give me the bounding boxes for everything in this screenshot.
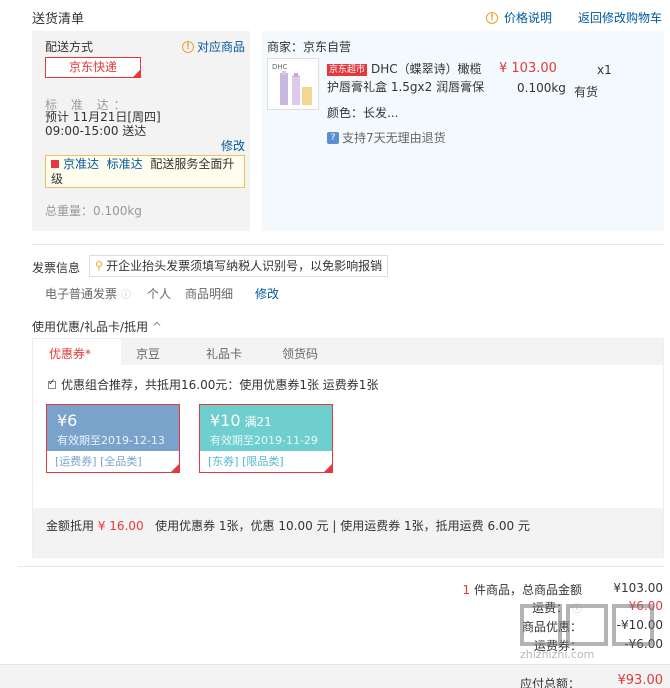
shipping-method-label: 配送方式 (45, 40, 94, 54)
product-image-art: DHC (272, 63, 312, 105)
payable-label: 应付总额： (519, 677, 580, 688)
payable-total: ¥93.00 (617, 673, 664, 688)
product-stock: 有货 (574, 85, 599, 99)
tab-coupon[interactable]: 优惠券* (49, 345, 91, 362)
coupon-expiry: 有效期至2019-12-13 (57, 434, 165, 447)
section-divider (32, 244, 664, 245)
invoice-modify-link[interactable]: 修改 (255, 285, 279, 302)
invoice-type-info-icon[interactable]: ⓘ (121, 290, 131, 301)
coupon-expiry: 有效期至2019-11-29 (210, 434, 318, 447)
tab-redeem-code[interactable]: 领货码 (282, 345, 318, 362)
modify-delivery-link[interactable]: 修改 (221, 137, 245, 154)
jd-supermarket-badge: 京东超市 (327, 64, 368, 76)
coupon-recommend[interactable]: 优惠组合推荐，共抵用16.00元：使用优惠券1张 运费券1张 (48, 376, 378, 393)
standard-delivery-time: 预计 11月21日[周四] 09:00-15:00 送达 (45, 110, 161, 138)
totals-divider (18, 566, 664, 567)
back-to-cart-link[interactable]: 返回修改购物车 (578, 9, 662, 26)
product-weight: 0.100kg (517, 81, 566, 95)
coupon-tags: [运费券] [全品类] (47, 451, 179, 472)
coupon-tabs (33, 339, 663, 365)
return-policy-icon: ? (327, 131, 339, 144)
coupon-condition: 满21 (244, 415, 272, 429)
goods-total: ¥103.00 (613, 581, 663, 595)
jd-express-button[interactable]: 京东快递 (45, 57, 141, 78)
delivery-list-title: 送货清单 (32, 12, 85, 27)
coupon-card[interactable]: ¥6 有效期至2019-12-13 [运费券] [全品类] (46, 404, 180, 473)
product-price: ¥ 103.00 (499, 61, 557, 76)
total-weight: 总重量：0.100kg (45, 204, 142, 218)
info-icon: ! (182, 40, 194, 53)
match-goods-link[interactable]: ! 对应商品 (182, 38, 245, 55)
coupon-amount: ¥6 (57, 411, 78, 430)
recommend-checkbox[interactable] (48, 378, 56, 389)
tab-gift-card[interactable]: 礼品卡 (206, 345, 242, 362)
coupon-card[interactable]: ¥10 满21 有效期至2019-11-29 [东券] [限品类] (199, 404, 333, 473)
invoice-title: 发票信息 (32, 261, 81, 275)
tab-jd-beans[interactable]: 京豆 (136, 345, 160, 362)
watermark-text: zhizhizhi.com (520, 648, 595, 661)
invoice-detail: 商品明细 (185, 287, 234, 301)
location-pin-icon: ⚲ (95, 259, 104, 272)
product-title[interactable]: 京东超市 DHC（蝶翠诗）橄榄护唇膏礼盒 1.5gx2 润唇膏保 (327, 60, 493, 96)
chevron-up-icon: ^ (151, 320, 162, 334)
price-note-link[interactable]: 价格说明 (504, 9, 552, 26)
product-image-label: DHC (272, 63, 288, 71)
items-count: 1 件商品，总商品金额 (462, 583, 582, 597)
invoice-type: 电子普通发票 ⓘ (45, 287, 131, 301)
coupon-section-toggle[interactable]: 使用优惠/礼品卡/抵用 ^ (32, 318, 162, 335)
return-policy: ? 支持7天无理由退货 (327, 129, 446, 146)
jzd-badge-icon (51, 160, 59, 168)
product-color: 颜色：长发... (327, 106, 399, 120)
coupon-tags: [东券] [限品类] (200, 451, 332, 472)
info-icon: ! (485, 11, 498, 24)
coupon-amount: ¥10 (210, 411, 241, 430)
invoice-person: 个人 (147, 287, 172, 301)
jzd-notice: 京准达 标准达 配送服务全面升级 (45, 155, 245, 188)
product-qty: x1 (597, 63, 612, 77)
header-actions: ! 价格说明 返回修改购物车 (485, 9, 662, 26)
coupon-summary: 金额抵用 ¥ 16.00 使用优惠券 1张，优惠 10.00 元 | 使用运费券… (46, 519, 531, 533)
product-image[interactable]: DHC (267, 58, 319, 110)
merchant-label: 商家：京东自营 (267, 40, 352, 54)
invoice-tip: ⚲ 开企业抬头发票须填写纳税人识别号，以免影响报销 (89, 255, 389, 277)
